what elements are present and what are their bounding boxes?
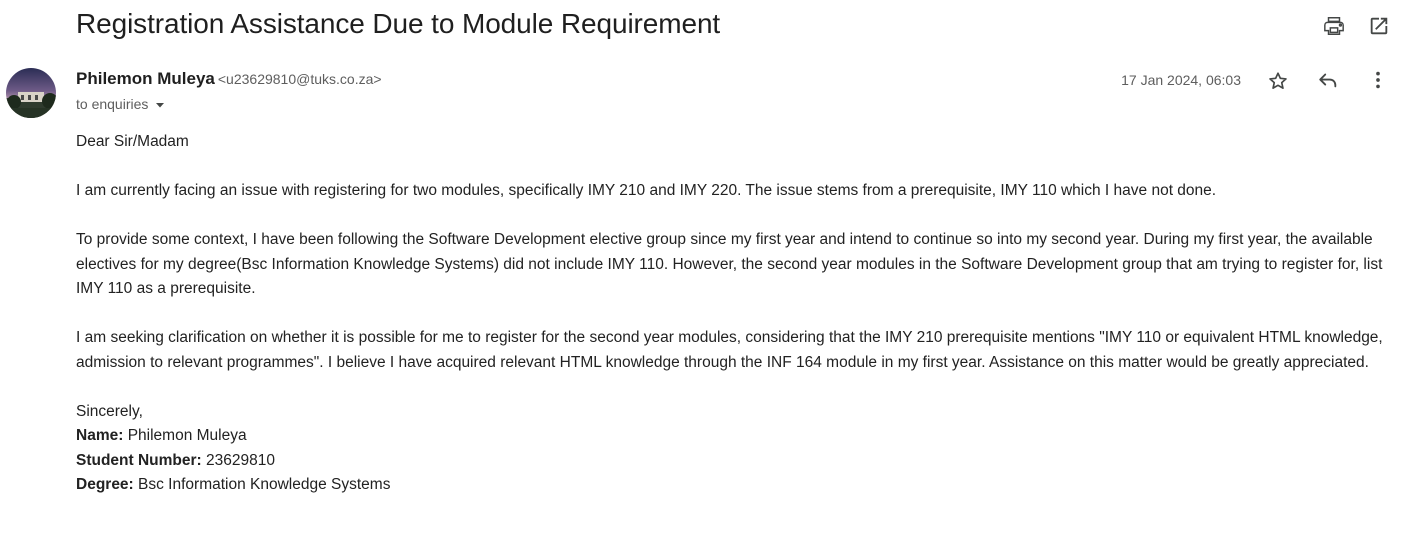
body-paragraph: To provide some context, I have been fol…: [76, 231, 1383, 297]
email-body: Dear Sir/Madam I am currently facing an …: [76, 130, 1394, 498]
sender-email: <u23629810@tuks.co.za>: [217, 71, 382, 87]
open-in-new-window-button[interactable]: [1363, 10, 1395, 42]
body-paragraph: I am currently facing an issue with regi…: [76, 182, 1217, 199]
more-vertical-icon: [1376, 71, 1380, 89]
open-in-new-window-icon: [1370, 17, 1388, 35]
signature-student-line: Student Number: 23629810: [76, 449, 1394, 474]
signature-degree-label: Degree:: [76, 476, 134, 493]
sender-line: Philemon Muleya <u23629810@tuks.co.za>: [76, 69, 382, 89]
signature-degree-value: Bsc Information Knowledge Systems: [138, 476, 391, 493]
closing: Sincerely,: [76, 402, 143, 420]
sender-avatar[interactable]: [6, 68, 56, 118]
greeting: Dear Sir/Madam: [76, 133, 189, 150]
more-options-button[interactable]: [1362, 64, 1394, 96]
signature-name-value: Philemon Muleya: [127, 427, 247, 444]
recipient-label: to enquiries: [76, 96, 149, 112]
signature-name-line: Name: Philemon Muleya: [76, 424, 1394, 449]
recipient-details-toggle[interactable]: to enquiries: [76, 96, 166, 112]
star-button[interactable]: [1262, 65, 1294, 97]
reply-icon: [1319, 73, 1337, 88]
caret-down-icon: [156, 102, 165, 107]
reply-button[interactable]: [1312, 64, 1344, 96]
print-button[interactable]: [1318, 10, 1350, 42]
print-icon: [1324, 17, 1344, 35]
signature-student-label: Student Number:: [76, 451, 202, 469]
star-icon: [1269, 72, 1287, 89]
signature-student-value: 23629810: [206, 451, 275, 469]
signature-degree-line: Degree: Bsc Information Knowledge System…: [76, 473, 1394, 498]
email-subject: Registration Assistance Due to Module Re…: [76, 8, 721, 39]
signature-name-label: Name:: [76, 427, 124, 444]
avatar-image: [6, 68, 56, 118]
signature-block: Sincerely, Name: Philemon Muleya Student…: [76, 400, 1394, 498]
sender-name[interactable]: Philemon Muleya: [76, 69, 215, 88]
body-paragraph: I am seeking clarification on whether it…: [76, 329, 1383, 371]
email-date: 17 Jan 2024, 06:03: [1121, 72, 1241, 88]
